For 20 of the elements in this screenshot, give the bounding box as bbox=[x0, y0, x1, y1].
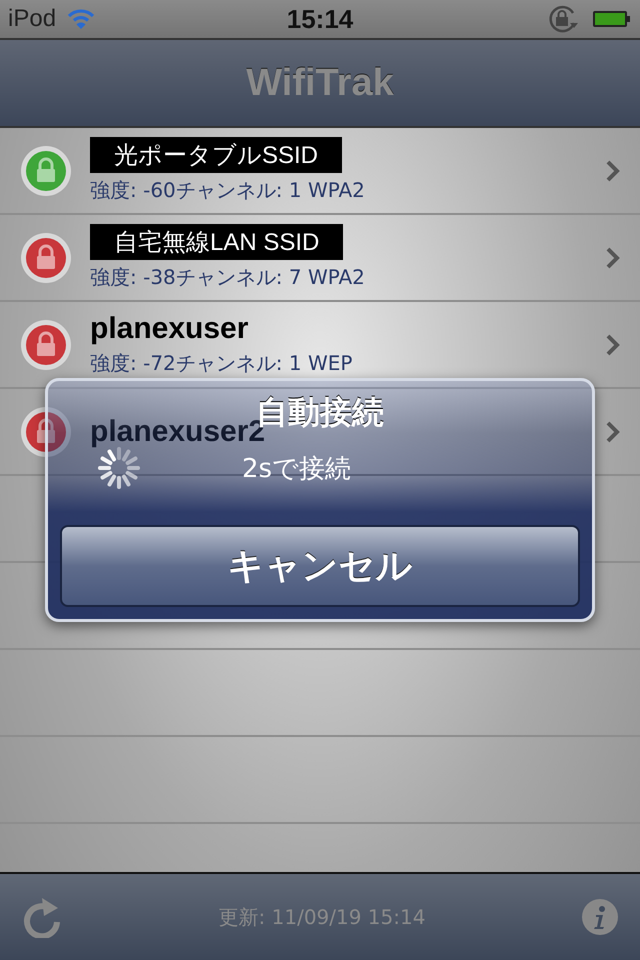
app-title: WifiTrak bbox=[246, 62, 394, 104]
refresh-icon[interactable] bbox=[22, 896, 62, 938]
info-icon[interactable] bbox=[582, 899, 618, 935]
cancel-button[interactable]: キャンセル bbox=[60, 525, 580, 607]
chevron-icon bbox=[606, 334, 620, 356]
network-name: 光ポータブルSSID bbox=[90, 137, 342, 173]
chevron-icon bbox=[606, 420, 620, 442]
last-updated-text: 更新: 11/09/19 15:14 bbox=[218, 904, 426, 930]
device-name: iPod bbox=[8, 5, 56, 33]
battery-icon bbox=[592, 9, 632, 29]
alert-message: 2sで接続 bbox=[242, 452, 352, 486]
chevron-icon bbox=[606, 160, 620, 182]
network-detail: 強度: -72チャンネル: 1 WEP bbox=[90, 350, 352, 377]
network-name: planexuser bbox=[90, 312, 248, 346]
network-detail: 強度: -60チャンネル: 1 WPA2 bbox=[90, 177, 365, 204]
chevron-icon bbox=[606, 246, 620, 268]
clock: 15:14 bbox=[286, 4, 354, 34]
wifi-icon bbox=[66, 8, 96, 30]
network-detail: 強度: -38チャンネル: 7 WPA2 bbox=[90, 264, 365, 291]
network-name: 自宅無線LAN SSID bbox=[90, 224, 344, 260]
